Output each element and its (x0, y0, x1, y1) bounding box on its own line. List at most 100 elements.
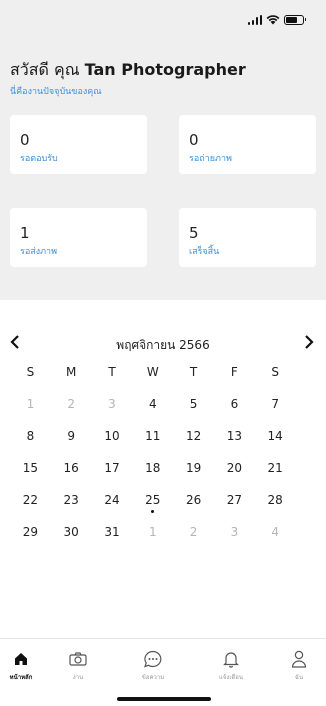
tab-profile[interactable]: ฉัน (274, 649, 324, 682)
calendar-day[interactable]: 3 (92, 394, 133, 426)
day-number: 11 (145, 429, 161, 443)
greeting-prefix: สวัสดี คุณ (10, 60, 80, 79)
day-number: 14 (267, 429, 283, 443)
stat-card-pending-accept[interactable]: 0 รอตอบรับ (10, 115, 147, 174)
next-month-button[interactable] (304, 334, 314, 353)
user-name: Tan Photographer (84, 60, 246, 79)
calendar-day[interactable]: 30 (51, 522, 92, 554)
tab-jobs[interactable]: งาน (53, 649, 103, 682)
stat-label: เสร็จสิ้น (189, 247, 220, 257)
day-number: 4 (148, 397, 157, 411)
wifi-icon (266, 15, 280, 25)
chevron-left-icon (10, 335, 19, 349)
greeting-subtitle: นี่คืองานปัจจุบันของคุณ (10, 87, 102, 97)
stat-card-pending-delivery[interactable]: 1 รอส่งภาพ (10, 208, 147, 267)
calendar-day[interactable]: 16 (51, 458, 92, 490)
day-number: 7 (271, 397, 279, 411)
day-number: 1 (26, 397, 35, 411)
day-number: 17 (104, 461, 120, 475)
stat-label: รอตอบรับ (20, 154, 58, 164)
home-indicator (117, 697, 211, 701)
calendar-day[interactable]: 21 (255, 458, 296, 490)
chat-icon (144, 650, 162, 668)
calendar-day[interactable]: 12 (173, 426, 214, 458)
calendar-day[interactable]: 24 (92, 490, 133, 522)
day-number: 12 (185, 429, 202, 443)
calendar-day[interactable]: 20 (214, 458, 255, 490)
calendar-day[interactable]: 4 (255, 522, 296, 554)
calendar-day[interactable]: 23 (51, 490, 92, 522)
prev-month-button[interactable] (10, 334, 20, 353)
calendar-day[interactable]: 7 (255, 394, 296, 426)
day-number: 21 (267, 461, 283, 475)
day-number: 3 (230, 525, 239, 539)
day-number: 2 (67, 397, 76, 411)
day-number: 26 (185, 493, 202, 507)
calendar-day[interactable]: 11 (132, 426, 173, 458)
tab-messages[interactable]: ข้อความ (128, 649, 178, 682)
calendar-day[interactable]: 5 (173, 394, 214, 426)
calendar-day[interactable]: 17 (92, 458, 133, 490)
calendar-day[interactable]: 18 (132, 458, 173, 490)
calendar-day[interactable]: 6 (214, 394, 255, 426)
tab-notifications[interactable]: แจ้งเตือน (206, 649, 256, 682)
tab-label: แจ้งเตือน (219, 674, 243, 681)
day-number: 28 (267, 493, 283, 507)
day-number: 13 (226, 429, 243, 443)
week-row: 29 30 31 1 2 3 4 (10, 522, 326, 554)
status-bar: 09:41 (0, 0, 326, 44)
weekday-label: S (271, 365, 279, 379)
status-time: 09:41 (30, 14, 69, 28)
weekday-label: W (146, 365, 159, 379)
status-icons (247, 14, 306, 25)
tab-label: ฉัน (294, 674, 304, 681)
calendar-day[interactable]: 19 (173, 458, 214, 490)
calendar-day[interactable]: 15 (10, 458, 51, 490)
bottom-tab-bar: หน้าหลัก งาน ข้อความ แจ้งเตือน ฉัน (0, 638, 326, 706)
chevron-right-icon (305, 335, 314, 349)
calendar-day[interactable]: 31 (92, 522, 133, 554)
day-number: 1 (148, 525, 157, 539)
calendar-day[interactable]: 13 (214, 426, 255, 458)
calendar-day[interactable]: 22 (10, 490, 51, 522)
day-number: 10 (104, 429, 120, 443)
dashboard-header-area: 09:41 สวัสดี คุณ Tan Photographer นี่คือ… (0, 0, 326, 300)
calendar-day[interactable]: 10 (92, 426, 133, 458)
stat-value: 1 (20, 224, 30, 242)
calendar-day[interactable]: 14 (255, 426, 296, 458)
calendar-day[interactable]: 1 (10, 394, 51, 426)
calendar-day[interactable]: 27 (214, 490, 255, 522)
calendar-day[interactable]: 2 (173, 522, 214, 554)
calendar-day[interactable]: 26 (173, 490, 214, 522)
calendar-day[interactable]: 3 (214, 522, 255, 554)
day-number: 16 (63, 461, 79, 475)
tab-label: ข้อความ (141, 674, 165, 681)
week-row: 8 9 10 11 12 13 14 (10, 426, 326, 458)
calendar-day[interactable]: 2 (51, 394, 92, 426)
day-number: 5 (189, 397, 198, 411)
tab-home[interactable]: หน้าหลัก (0, 649, 46, 682)
day-number: 9 (67, 429, 76, 443)
calendar-day[interactable]: 8 (10, 426, 51, 458)
weekday-label: T (189, 365, 198, 379)
day-number: 3 (108, 397, 116, 411)
stat-card-completed[interactable]: 5 เสร็จสิ้น (179, 208, 316, 267)
calendar-day[interactable]: 25 (132, 490, 173, 522)
weekday-label: S (26, 365, 35, 379)
day-number: 20 (226, 461, 243, 475)
signal-icon (247, 14, 262, 25)
stat-label: รอถ่ายภาพ (189, 154, 232, 164)
stat-card-pending-shoot[interactable]: 0 รอถ่ายภาพ (179, 115, 316, 174)
calendar-day[interactable]: 1 (132, 522, 173, 554)
calendar-day[interactable]: 28 (255, 490, 296, 522)
calendar-day[interactable]: 29 (10, 522, 51, 554)
greeting-title: สวัสดี คุณ Tan Photographer (10, 58, 246, 83)
weekday-label: M (66, 365, 77, 379)
calendar-day[interactable]: 4 (132, 394, 173, 426)
week-row: 22 23 24 25 26 27 28 (10, 490, 326, 522)
day-number: 18 (145, 461, 161, 475)
user-icon (291, 650, 307, 668)
weekday-row: SMTWTFS (10, 362, 326, 394)
calendar-day[interactable]: 9 (51, 426, 92, 458)
event-dot (151, 510, 155, 513)
